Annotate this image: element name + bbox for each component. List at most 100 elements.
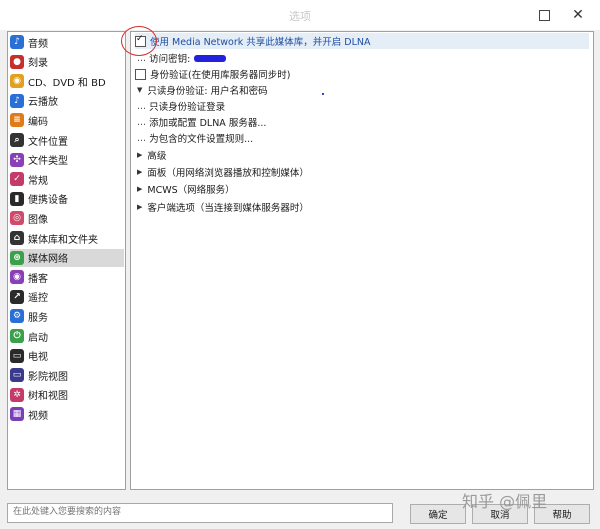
sidebar-item[interactable]: ⚙ 服务 (10, 307, 124, 325)
sidebar-item-label: 播客 (28, 273, 48, 285)
library-icon: ⌂ (10, 231, 24, 245)
burn-disc-icon: ● (10, 54, 24, 69)
redacted-key (194, 54, 227, 62)
sidebar-item-label: 遥控 (28, 293, 48, 305)
sidebar-item[interactable]: ▭ 影院视图 (10, 366, 124, 384)
sidebar-item-label: 常规 (28, 175, 48, 187)
enable-dlna-label: 使用 Media Network 共享此媒体库，并开启 DLNA (150, 37, 371, 48)
auth-row[interactable]: 身份验证(在使用库服务器同步时) (135, 66, 290, 82)
encode-icon: ≡ (10, 113, 24, 128)
sidebar-item[interactable]: ⏻ 启动 (10, 327, 124, 345)
sidebar-item-label: 服务 (28, 312, 48, 324)
sidebar-item-label: 媒体库和文件夹 (28, 234, 98, 246)
puzzle-icon: ✣ (10, 152, 24, 167)
sidebar-item-label: 影院视图 (28, 371, 68, 383)
enable-dlna-row[interactable]: 使用 Media Network 共享此媒体库，并开启 DLNA (135, 33, 589, 49)
auth-label: 身份验证(在使用库服务器同步时) (150, 70, 291, 81)
readonly-userpass-row[interactable]: ▼ 只读身份验证: 用户名和密码 (135, 82, 268, 98)
expand-right-icon: ▶ (137, 203, 143, 211)
panel-row[interactable]: ▶ 面板（用网络浏览器播放和控制媒体） (135, 164, 309, 180)
advanced-row[interactable]: ▶ 高级 (135, 147, 166, 163)
portable-device-icon: ▮ (10, 191, 24, 206)
window-title: 选项 (289, 10, 311, 23)
advanced-label: 高级 (147, 151, 167, 162)
client-options-label: 客户端选项（当连接到媒体服务器时） (147, 203, 309, 214)
options-sidebar: ♪ 音频 ● 刻录 ◉ CD、DVD 和 BD ♪ 云播放 ≡ 编码 ⌕ 文件位置 ✣ 文件类型 ✓ 常规 ▮ 便… (7, 31, 126, 490)
remote-icon: ↗ (10, 289, 24, 304)
readonly-login-row[interactable]: ... 只读身份验证登录 (135, 98, 225, 114)
sidebar-item[interactable]: ▮ 便携设备 (10, 190, 124, 208)
cd-icon: ◉ (10, 74, 24, 89)
sidebar-item-label: 图像 (28, 214, 48, 226)
panel-label: 面板（用网络浏览器播放和控制媒体） (147, 168, 309, 179)
power-icon: ⏻ (10, 329, 24, 343)
sidebar-item-label: 编码 (28, 116, 48, 128)
sidebar-item-label: 云播放 (28, 97, 58, 109)
sidebar-item[interactable]: ▦ 视频 (10, 405, 124, 423)
include-files-row[interactable]: ... 为包含的文件设置规则... (135, 130, 253, 146)
sidebar-item[interactable]: ✲ 树和视图 (10, 386, 124, 404)
sidebar-item[interactable]: ↗ 遥控 (10, 288, 124, 306)
search-input[interactable] (8, 504, 392, 520)
include-files-label: 为包含的文件设置规则... (149, 134, 254, 145)
sidebar-item-label: 电视 (28, 352, 48, 364)
mcws-row[interactable]: ▶ MCWS（网络服务） (135, 181, 235, 197)
sidebar-item-label: 文件类型 (28, 156, 68, 168)
sidebar-item-label: 视频 (28, 410, 48, 422)
maximize-button[interactable] (532, 4, 556, 26)
client-options-row[interactable]: ▶ 客户端选项（当连接到媒体服务器时） (135, 199, 309, 215)
sidebar-item[interactable]: ◉ 播客 (10, 268, 124, 286)
network-icon: ⊛ (10, 250, 24, 265)
sidebar-item-label: CD、DVD 和 BD (28, 77, 106, 89)
mcws-label: MCWS（网络服务） (147, 185, 235, 196)
close-button[interactable]: ✕ (566, 4, 590, 26)
expand-right-icon: ▶ (137, 168, 143, 176)
sidebar-item[interactable]: ✓ 常规 (10, 170, 124, 188)
service-icon: ⚙ (10, 309, 24, 324)
add-dlna-label: 添加或配置 DLNA 服务器... (149, 118, 267, 129)
tv-icon: ▭ (10, 348, 24, 363)
sidebar-item[interactable]: ⌂ 媒体库和文件夹 (10, 229, 124, 247)
sidebar-item[interactable]: ✣ 文件类型 (10, 151, 124, 169)
cloud-music-icon: ♪ (10, 93, 24, 108)
access-key-label: 访问密钥: (149, 54, 191, 65)
add-dlna-row[interactable]: ... 添加或配置 DLNA 服务器... (135, 114, 266, 130)
sidebar-item[interactable]: ≡ 编码 (10, 111, 124, 129)
dots-icon: ... (137, 100, 147, 112)
film-icon: ▦ (10, 407, 24, 422)
sidebar-item[interactable]: ▭ 电视 (10, 347, 124, 365)
sidebar-item[interactable]: ◉ CD、DVD 和 BD (10, 72, 124, 90)
readonly-userpass-label: 只读身份验证: 用户名和密码 (147, 86, 268, 97)
stray-dot (322, 93, 324, 95)
sidebar-item-label: 树和视图 (28, 391, 68, 403)
sidebar-item[interactable]: ● 刻录 (10, 53, 124, 71)
sidebar-item-label: 便携设备 (28, 195, 68, 207)
search-box[interactable] (7, 503, 393, 523)
sidebar-item[interactable]: ◎ 图像 (10, 209, 124, 227)
ok-button[interactable]: 确定 (410, 504, 466, 524)
title-bar: 选项 ✕ (0, 0, 600, 30)
dots-icon: ... (137, 116, 147, 128)
maximize-icon (538, 10, 550, 21)
expand-right-icon: ▶ (137, 151, 143, 159)
tree-icon: ✲ (10, 387, 24, 402)
media-network-panel: 使用 Media Network 共享此媒体库，并开启 DLNA ... 访问密… (130, 31, 594, 490)
sidebar-item[interactable]: ♪ 音频 (10, 33, 124, 51)
sidebar-item-label: 刻录 (28, 58, 48, 70)
podcast-icon: ◉ (10, 270, 24, 285)
auth-checkbox[interactable] (135, 68, 146, 80)
file-search-icon: ⌕ (10, 133, 24, 147)
sidebar-item-label: 文件位置 (28, 136, 68, 148)
music-note-icon: ♪ (10, 35, 24, 49)
sidebar-item[interactable]: ⌕ 文件位置 (10, 131, 124, 149)
sidebar-item[interactable]: ⊛ 媒体网络 (10, 248, 124, 267)
sidebar-item-label: 音频 (28, 38, 48, 50)
dots-icon: ... (137, 132, 147, 144)
sidebar-item-label: 媒体网络 (28, 254, 68, 266)
camera-icon: ◎ (10, 211, 24, 226)
checklist-icon: ✓ (10, 172, 24, 187)
readonly-login-label: 只读身份验证登录 (149, 102, 226, 113)
sidebar-item[interactable]: ♪ 云播放 (10, 92, 124, 110)
expand-down-icon: ▼ (137, 86, 143, 94)
red-circle-annotation (121, 26, 157, 56)
